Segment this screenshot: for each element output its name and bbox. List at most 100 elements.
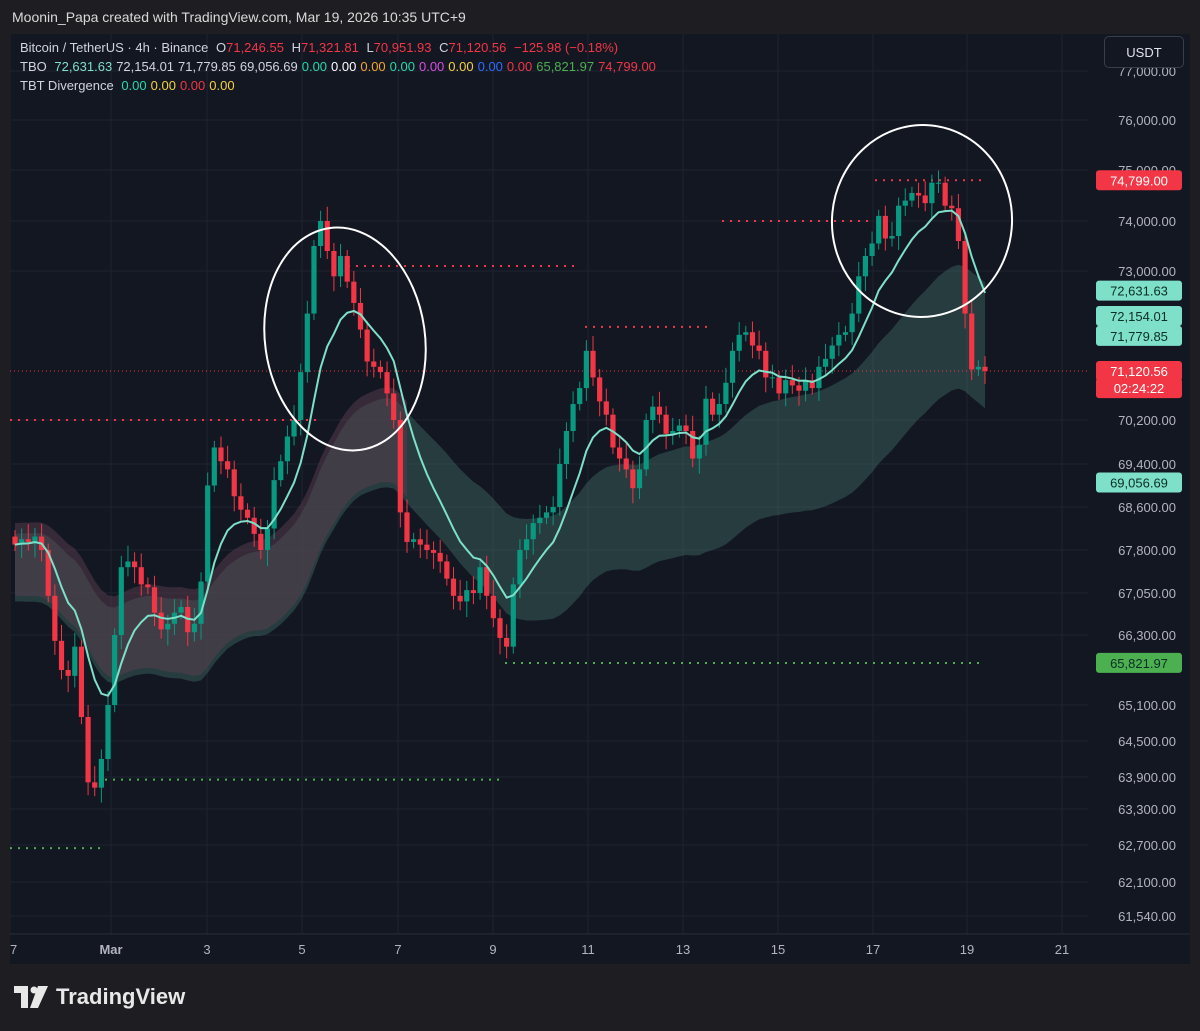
candle-body[interactable] bbox=[710, 398, 716, 415]
candle-body[interactable] bbox=[52, 595, 58, 641]
candle-body[interactable] bbox=[490, 595, 496, 619]
candle-body[interactable] bbox=[258, 533, 264, 550]
candle-body[interactable] bbox=[218, 447, 224, 462]
candle-body[interactable] bbox=[364, 329, 370, 362]
candle-body[interactable] bbox=[105, 705, 111, 759]
candle-body[interactable] bbox=[484, 567, 490, 596]
candle-body[interactable] bbox=[72, 646, 78, 676]
candle-body[interactable] bbox=[337, 256, 344, 277]
candle-body[interactable] bbox=[769, 377, 775, 379]
candle-body[interactable] bbox=[603, 401, 609, 415]
candle-body[interactable] bbox=[244, 509, 251, 518]
candle-body[interactable] bbox=[65, 670, 71, 676]
candle-body[interactable] bbox=[298, 372, 304, 420]
candle-body[interactable] bbox=[437, 552, 443, 562]
candle-body[interactable] bbox=[530, 523, 536, 540]
currency-button[interactable]: USDT bbox=[1104, 36, 1184, 68]
candle-body[interactable] bbox=[178, 607, 184, 613]
candle-body[interactable] bbox=[457, 595, 463, 602]
candle-body[interactable] bbox=[922, 195, 928, 204]
candle-body[interactable] bbox=[311, 246, 317, 314]
candle-body[interactable] bbox=[849, 313, 855, 333]
candle-body[interactable] bbox=[517, 550, 523, 585]
candle-body[interactable] bbox=[929, 182, 935, 204]
candle-body[interactable] bbox=[344, 256, 350, 282]
candle-body[interactable] bbox=[543, 512, 550, 518]
candle-body[interactable] bbox=[397, 420, 403, 513]
candle-body[interactable] bbox=[935, 182, 942, 184]
candle-body[interactable] bbox=[796, 385, 802, 391]
candle-body[interactable] bbox=[450, 578, 457, 596]
candle-body[interactable] bbox=[444, 561, 450, 579]
candle-body[interactable] bbox=[225, 461, 231, 470]
candle-body[interactable] bbox=[205, 485, 211, 582]
candle-body[interactable] bbox=[145, 584, 151, 588]
candle-body[interactable] bbox=[969, 313, 975, 370]
candle-body[interactable] bbox=[404, 512, 410, 542]
candle-body[interactable] bbox=[92, 782, 98, 788]
candle-body[interactable] bbox=[318, 221, 324, 246]
candle-body[interactable] bbox=[537, 517, 543, 524]
candle-body[interactable] bbox=[85, 717, 91, 783]
candle-body[interactable] bbox=[504, 637, 510, 647]
candle-body[interactable] bbox=[118, 567, 124, 635]
candle-body[interactable] bbox=[915, 192, 922, 196]
candle-body[interactable] bbox=[151, 587, 158, 613]
candle-body[interactable] bbox=[789, 380, 795, 386]
candle-body[interactable] bbox=[616, 447, 623, 459]
candle-body[interactable] bbox=[557, 464, 563, 507]
candle-body[interactable] bbox=[417, 539, 423, 545]
candle-body[interactable] bbox=[238, 496, 244, 510]
candle-body[interactable] bbox=[650, 406, 656, 420]
candle-body[interactable] bbox=[125, 561, 131, 568]
candle-body[interactable] bbox=[278, 461, 284, 481]
candle-body[interactable] bbox=[756, 345, 762, 351]
candle-body[interactable] bbox=[783, 380, 789, 394]
candle-body[interactable] bbox=[716, 404, 722, 415]
candle-body[interactable] bbox=[902, 200, 908, 206]
candle-body[interactable] bbox=[623, 458, 629, 470]
candle-body[interactable] bbox=[736, 334, 742, 351]
candle-body[interactable] bbox=[211, 447, 217, 486]
candle-body[interactable] bbox=[656, 406, 663, 415]
candle-body[interactable] bbox=[464, 590, 470, 602]
candle-body[interactable] bbox=[191, 623, 197, 633]
candle-body[interactable] bbox=[58, 640, 65, 670]
brand[interactable]: TradingView bbox=[14, 984, 185, 1010]
candle-body[interactable] bbox=[424, 544, 430, 550]
candle-body[interactable] bbox=[78, 646, 85, 717]
candle-body[interactable] bbox=[749, 332, 756, 346]
candle-body[interactable] bbox=[896, 205, 902, 236]
candle-body[interactable] bbox=[497, 618, 503, 638]
candle-body[interactable] bbox=[696, 444, 702, 459]
candle-body[interactable] bbox=[882, 215, 888, 239]
candle-body[interactable] bbox=[583, 350, 589, 389]
candle-body[interactable] bbox=[577, 388, 583, 405]
candle-body[interactable] bbox=[590, 350, 596, 378]
candle-body[interactable] bbox=[264, 528, 271, 551]
candle-body[interactable] bbox=[822, 358, 829, 367]
candle-body[interactable] bbox=[377, 366, 384, 373]
candle-body[interactable] bbox=[597, 377, 603, 402]
candle-body[interactable] bbox=[351, 281, 357, 303]
candle-body[interactable] bbox=[550, 507, 556, 513]
candle-body[interactable] bbox=[231, 469, 237, 497]
candle-body[interactable] bbox=[158, 612, 164, 630]
candlestick-chart[interactable]: 77,000.0076,000.0075,000.0074,000.0073,0… bbox=[10, 34, 1190, 964]
candle-body[interactable] bbox=[776, 377, 782, 394]
candle-body[interactable] bbox=[876, 215, 882, 244]
candle-body[interactable] bbox=[131, 561, 138, 568]
candle-body[interactable] bbox=[829, 345, 835, 359]
tbo-indicator-name[interactable]: TBO bbox=[20, 59, 47, 74]
candle-body[interactable] bbox=[862, 256, 869, 277]
candle-body[interactable] bbox=[982, 366, 988, 372]
candle-body[interactable] bbox=[112, 635, 118, 705]
candle-body[interactable] bbox=[842, 332, 849, 335]
candle-body[interactable] bbox=[371, 361, 377, 367]
candle-body[interactable] bbox=[743, 332, 749, 335]
candle-body[interactable] bbox=[729, 350, 736, 383]
candle-body[interactable] bbox=[703, 398, 709, 445]
candle-body[interactable] bbox=[942, 182, 948, 206]
candle-body[interactable] bbox=[523, 539, 530, 550]
candle-body[interactable] bbox=[909, 192, 915, 201]
